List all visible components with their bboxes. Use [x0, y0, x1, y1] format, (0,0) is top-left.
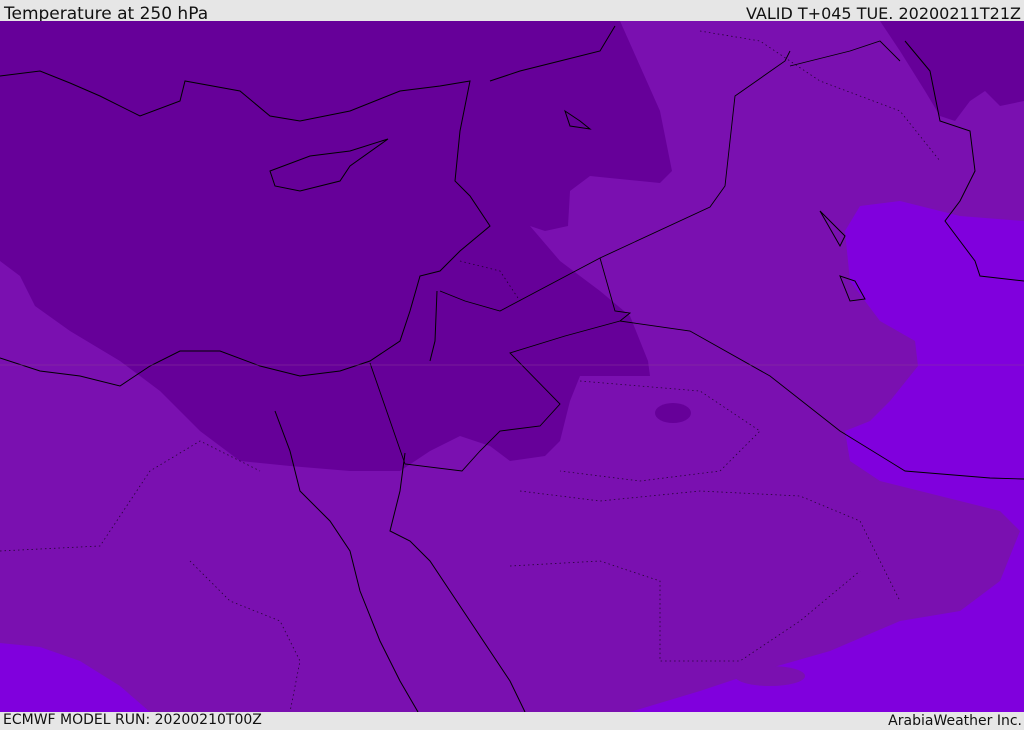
footer-bar: ECMWF MODEL RUN: 20200210T00Z ArabiaWeat…	[0, 712, 1024, 729]
credit: ArabiaWeather Inc.	[888, 713, 1022, 729]
cold-pocket	[655, 403, 691, 423]
temperature-map	[0, 21, 1024, 712]
model-run: ECMWF MODEL RUN: 20200210T00Z	[3, 712, 262, 728]
mid-pocket	[735, 666, 805, 686]
header-bar: Temperature at 250 hPa VALID T+045 TUE. …	[0, 0, 1024, 24]
